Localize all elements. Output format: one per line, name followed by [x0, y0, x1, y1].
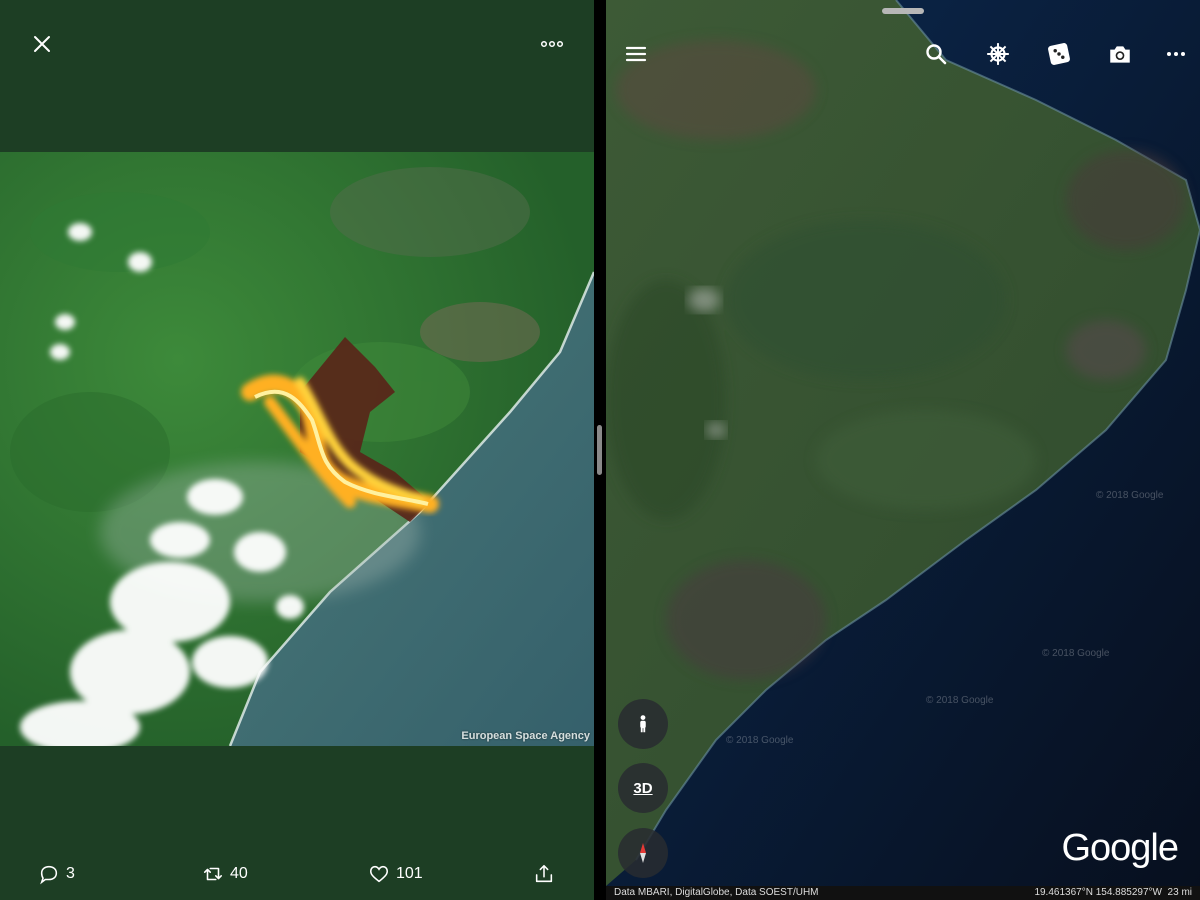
- like-count: 101: [396, 865, 423, 882]
- street-view-button[interactable]: [618, 699, 668, 749]
- lava-flow-image: [0, 152, 594, 746]
- google-earth-pane[interactable]: © 2018 Google © 2018 Google © 2018 Googl…: [606, 0, 1200, 900]
- map-watermark: © 2018 Google: [1096, 490, 1164, 501]
- map-watermark: © 2018 Google: [926, 695, 994, 706]
- satellite-map[interactable]: [606, 0, 1200, 900]
- satellite-photo[interactable]: European Space Agency: [0, 152, 594, 746]
- reply-button[interactable]: 3: [38, 858, 75, 890]
- attribution-bar: Data MBARI, DigitalGlobe, Data SOEST/UHM…: [606, 886, 1200, 900]
- divider-grip-handle[interactable]: [597, 425, 602, 475]
- voyager-wheel-icon[interactable]: [982, 38, 1014, 70]
- reply-count: 3: [66, 865, 75, 882]
- media-viewer-pane: European Space Agency 3 40 101: [0, 0, 594, 900]
- coordinates-scale: 19.461367°N 154.885297°W 23 mi: [1034, 887, 1192, 898]
- 3d-label: 3D: [633, 779, 653, 797]
- share-icon: [535, 864, 553, 883]
- retweet-icon: [203, 867, 223, 881]
- map-watermark: © 2018 Google: [726, 735, 794, 746]
- retweet-button[interactable]: 40: [202, 858, 248, 890]
- like-button[interactable]: 101: [368, 858, 423, 890]
- more-options-icon[interactable]: [540, 36, 564, 52]
- photo-credit: European Space Agency: [461, 730, 590, 742]
- multitask-handle[interactable]: [882, 8, 924, 14]
- coordinates: 19.461367°N 154.885297°W: [1034, 887, 1162, 898]
- retweet-count: 40: [230, 865, 248, 882]
- menu-icon[interactable]: [620, 38, 652, 70]
- compass-button[interactable]: [618, 828, 668, 878]
- feeling-lucky-dice-icon[interactable]: [1043, 38, 1075, 70]
- reply-icon: [40, 865, 58, 885]
- search-icon[interactable]: [920, 38, 952, 70]
- tweet-actions-bar: 3 40 101: [0, 858, 594, 892]
- split-view-divider[interactable]: [594, 0, 606, 900]
- pegman-icon: [640, 715, 646, 733]
- map-watermark: © 2018 Google: [1042, 648, 1110, 659]
- heart-icon: [369, 865, 389, 883]
- close-icon[interactable]: [30, 32, 54, 56]
- 3d-toggle-button[interactable]: 3D: [618, 763, 668, 813]
- data-attribution: Data MBARI, DigitalGlobe, Data SOEST/UHM: [614, 887, 819, 898]
- more-options-icon[interactable]: [1160, 38, 1192, 70]
- google-logo: Google: [1061, 827, 1179, 869]
- compass-icon: [640, 843, 646, 863]
- scale: 23 mi: [1167, 887, 1192, 898]
- camera-icon[interactable]: [1104, 38, 1136, 70]
- share-button[interactable]: [533, 858, 555, 890]
